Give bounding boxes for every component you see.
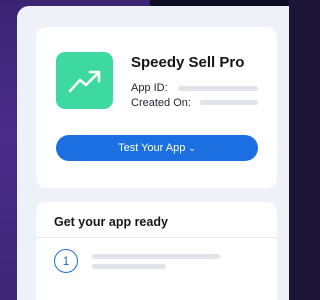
chevron-down-icon: ⌄ <box>188 142 196 153</box>
step-title-placeholder <box>92 254 220 259</box>
app-id-value-placeholder <box>178 86 258 91</box>
test-your-app-label: Test Your App <box>118 142 186 154</box>
app-info-card: Speedy Sell Pro App ID: Created On: Test… <box>36 27 277 188</box>
created-on-label: Created On: <box>131 97 191 109</box>
step-number-badge[interactable]: 1 <box>54 249 78 273</box>
test-your-app-button[interactable]: Test Your App ⌄ <box>56 135 258 161</box>
created-on-value-placeholder <box>200 100 258 105</box>
app-id-label: App ID: <box>131 82 168 94</box>
app-icon <box>56 52 113 109</box>
divider <box>36 237 277 238</box>
step-subtitle-placeholder <box>92 264 166 269</box>
get-app-ready-card: Get your app ready 1 <box>36 202 277 300</box>
app-name: Speedy Sell Pro <box>131 54 245 71</box>
get-app-ready-title: Get your app ready <box>54 215 168 229</box>
trending-up-icon <box>68 70 100 92</box>
